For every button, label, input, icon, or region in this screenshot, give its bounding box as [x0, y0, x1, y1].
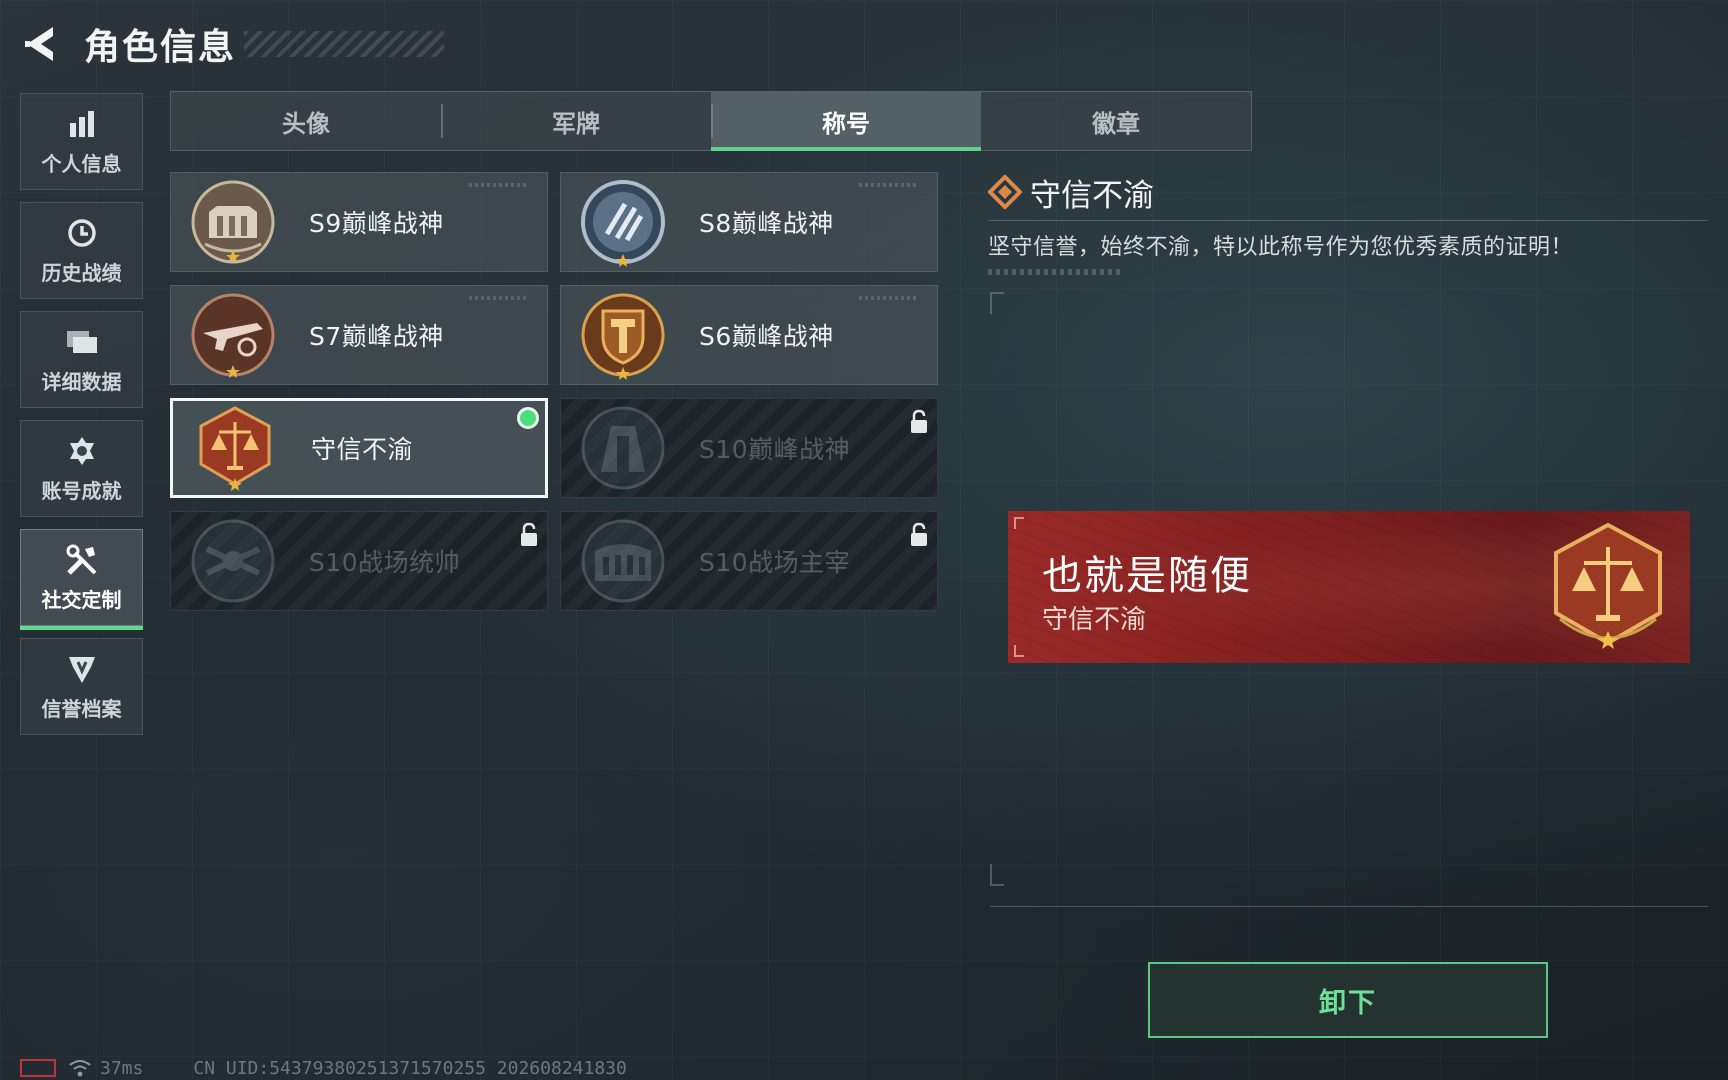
card-decoration: [469, 183, 529, 187]
frame-corner: [990, 292, 1004, 314]
divider: [988, 220, 1708, 221]
sidebar-item-label: 个人信息: [41, 152, 122, 176]
description-decoration: [988, 269, 1124, 275]
gun-emblem: [187, 289, 279, 381]
title-card[interactable]: S6巅峰战神: [560, 285, 938, 385]
colosseum-emblem: [577, 515, 669, 607]
equipped-indicator: [517, 407, 539, 429]
shield-t-emblem: [577, 289, 669, 381]
nameplate-corner: [1014, 517, 1024, 529]
tools-icon: [64, 542, 100, 578]
scales-emblem: [1554, 522, 1662, 649]
sidebar-item-history[interactable]: 历史战绩: [20, 202, 143, 299]
wifi-icon: [69, 1060, 91, 1077]
title-card-label: S6巅峰战神: [699, 322, 834, 351]
sidebar-item-label: 账号成就: [41, 479, 122, 503]
nameplate-preview: 也就是随便 守信不渝: [1008, 511, 1690, 663]
folder-icon: [64, 324, 100, 360]
tab-badge[interactable]: 徽章: [981, 92, 1251, 150]
tab-avatar[interactable]: 头像: [171, 92, 441, 150]
lock-icon: [911, 409, 927, 433]
title-card-label: S10战场主宰: [699, 548, 851, 577]
header: 角色信息: [20, 18, 445, 70]
nameplate-player-name: 也就是随便: [1042, 553, 1252, 599]
bar-chart-icon: [64, 106, 100, 142]
status-bar: 37ms CN UID:5437938025137157025​5 202608…: [20, 1056, 627, 1080]
uid-readout: CN UID:5437938025137157025​5 20260824183…: [193, 1057, 627, 1079]
tab-bar: 头像 军牌 称号 徽章: [170, 91, 1252, 151]
sidebar-item-label: 历史战绩: [41, 261, 122, 285]
unequip-button[interactable]: 卸下: [1148, 962, 1548, 1038]
card-decoration: [859, 296, 919, 300]
sidebar-item-personal-info[interactable]: 个人信息: [20, 93, 143, 190]
nameplate-corner: [1014, 645, 1024, 657]
title-card[interactable]: S7巅峰战神: [170, 285, 548, 385]
nameplate-title: 守信不渝: [1042, 605, 1147, 635]
detail-header: 守信不渝: [988, 170, 1708, 214]
sidebar-item-achievements[interactable]: 账号成就: [20, 420, 143, 517]
tab-title[interactable]: 称号: [711, 92, 981, 151]
title-card-locked[interactable]: S10战场统帅: [170, 511, 548, 611]
back-arrow-icon: [25, 27, 53, 61]
title-card[interactable]: S8巅峰战神: [560, 172, 938, 272]
detail-description: 坚守信誉，始终不渝，特以此称号作为您优秀素质的证明！: [988, 235, 1574, 260]
title-card-label: S10巅峰战神: [699, 435, 851, 464]
diamond-icon: [988, 175, 1022, 209]
tower-emblem: [577, 402, 669, 494]
title-card-label: S10战场统帅: [309, 548, 461, 577]
title-card-label: 守信不渝: [311, 435, 414, 464]
title-card-label: S7巅峰战神: [309, 322, 444, 351]
scales-emblem: [189, 402, 281, 494]
title-detail-panel: 守信不渝 坚守信誉，始终不渝，特以此称号作为您优秀素质的证明！: [988, 170, 1708, 275]
ping-readout: 37ms: [100, 1057, 144, 1079]
sidebar-item-label: 社交定制: [41, 588, 122, 612]
title-card-label: S9巅峰战神: [309, 209, 444, 238]
sidebar-item-label: 信誉档案: [41, 697, 122, 721]
sidebar-item-detailed-data[interactable]: 详细数据: [20, 311, 143, 408]
card-decoration: [859, 183, 919, 187]
lock-icon: [521, 522, 537, 546]
blade-emblem: [577, 176, 669, 268]
sidebar-item-label: 详细数据: [41, 370, 122, 394]
title-card-label: S8巅峰战神: [699, 209, 834, 238]
credit-shield-icon: [64, 651, 100, 687]
divider: [990, 906, 1708, 907]
back-button[interactable]: [20, 22, 60, 66]
sidebar: 个人信息 历史战绩 详细数据 账号成就 社交定制 信誉档案: [20, 93, 143, 747]
title-card[interactable]: S9巅峰战神: [170, 172, 548, 272]
sidebar-item-social-custom[interactable]: 社交定制: [20, 529, 143, 630]
detail-title: 守信不渝: [1030, 177, 1154, 214]
achievement-icon: [64, 433, 100, 469]
frame-corner: [990, 864, 1004, 886]
title-decoration: [244, 31, 445, 57]
page-title: 角色信息: [84, 27, 237, 68]
lock-icon: [911, 522, 927, 546]
title-card-selected[interactable]: 守信不渝: [170, 398, 548, 498]
drone-emblem: [187, 515, 279, 607]
title-card-locked[interactable]: S10巅峰战神: [560, 398, 938, 498]
sidebar-item-credit-record[interactable]: 信誉档案: [20, 638, 143, 735]
fortress-emblem: [187, 176, 279, 268]
history-clock-icon: [64, 215, 100, 251]
card-decoration: [469, 296, 529, 300]
title-card-locked[interactable]: S10战场主宰: [560, 511, 938, 611]
battery-icon: [20, 1059, 56, 1077]
tab-dogtag[interactable]: 军牌: [441, 92, 711, 150]
